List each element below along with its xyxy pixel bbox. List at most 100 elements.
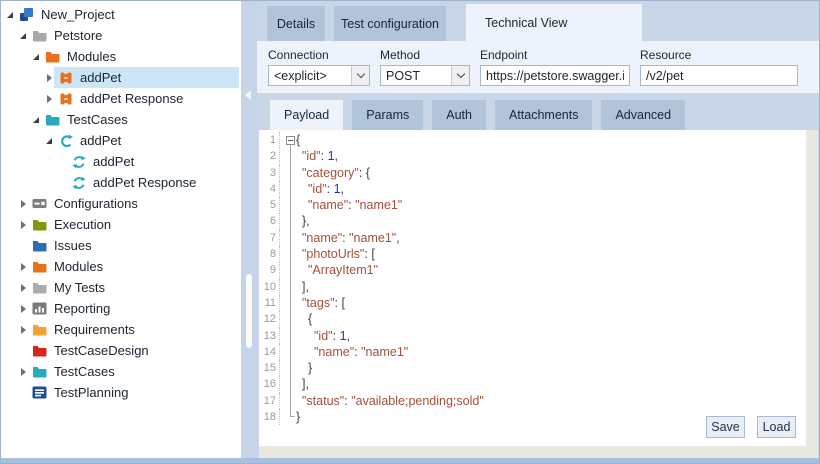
tree-item-my-tests[interactable]: My Tests (1, 277, 241, 298)
code-line[interactable]: 4"id": 1, (259, 181, 806, 197)
tree-item-body[interactable]: TestPlanning (28, 382, 239, 403)
expand-arrow-icon[interactable] (21, 221, 26, 229)
tree-item-petstore[interactable]: Petstore (1, 25, 241, 46)
tree-item-body[interactable]: Modules (41, 46, 239, 67)
main-tabbar: Details Test configuration Technical View (257, 1, 819, 41)
chevron-down-icon[interactable] (351, 66, 369, 85)
tree-item-body[interactable]: Configurations (28, 193, 239, 214)
tree-item-requirements[interactable]: Requirements (1, 319, 241, 340)
resource-input[interactable] (640, 65, 798, 86)
payload-editor[interactable]: 1{2"id": 1,3"category": {4"id": 1,5"name… (259, 130, 806, 446)
tab-attachments[interactable]: Attachments (495, 100, 592, 130)
load-button[interactable]: Load (757, 416, 796, 438)
tree-scrollbar-thumb[interactable] (246, 274, 252, 348)
tree-item-body[interactable]: addPet Response (54, 88, 239, 109)
code-line[interactable]: 15} (259, 360, 806, 376)
tree-item-body[interactable]: New_Project (15, 4, 239, 25)
collapse-arrow-icon[interactable] (7, 12, 13, 18)
tree-splitter[interactable] (241, 1, 257, 460)
tree-item-reporting[interactable]: Reporting (1, 298, 241, 319)
tab-technical-view[interactable]: Technical View (466, 4, 642, 41)
endpoint-text-input[interactable] (481, 66, 629, 85)
code-line[interactable]: 17"status": "available;pending;sold" (259, 393, 806, 409)
tree-item-body[interactable]: addPet (54, 130, 239, 151)
expand-arrow-icon[interactable] (47, 95, 52, 103)
collapse-arrow-icon[interactable] (20, 33, 26, 39)
code-line[interactable]: 8"photoUrls": [ (259, 246, 806, 262)
collapse-arrow-icon[interactable] (33, 54, 39, 60)
tab-payload[interactable]: Payload (270, 100, 343, 130)
code-line[interactable]: 14"name": "name1" (259, 344, 806, 360)
tree-item-addpet[interactable]: addPet (1, 130, 241, 151)
tree-item-testcases[interactable]: TestCases (1, 361, 241, 382)
tree-item-body[interactable]: addPet (67, 151, 239, 172)
line-number: 4 (259, 181, 280, 197)
tab-test-configuration[interactable]: Test configuration (334, 6, 446, 41)
splitter-collapse-arrow-icon[interactable] (245, 90, 251, 100)
arrow-slot (18, 368, 28, 376)
expand-arrow-icon[interactable] (21, 305, 26, 313)
tree-item-issues[interactable]: Issues (1, 235, 241, 256)
code-line[interactable]: 3"category": { (259, 165, 806, 181)
tree-item-execution[interactable]: Execution (1, 214, 241, 235)
tree-item-configurations[interactable]: Configurations (1, 193, 241, 214)
tree-item-body[interactable]: Modules (28, 256, 239, 277)
tree-item-testcasedesign[interactable]: TestCaseDesign (1, 340, 241, 361)
collapse-arrow-icon[interactable] (46, 138, 52, 144)
expand-arrow-icon[interactable] (21, 368, 26, 376)
code-line[interactable]: 12{ (259, 311, 806, 327)
code-line[interactable]: 7"name": "name1", (259, 230, 806, 246)
tree-item-addpet[interactable]: addPet (1, 151, 241, 172)
method-select[interactable]: POST (380, 65, 470, 86)
tree-item-body[interactable]: Issues (28, 235, 239, 256)
tree-item-body[interactable]: Petstore (28, 25, 239, 46)
tab-details[interactable]: Details (267, 6, 325, 41)
project-tree-panel: New_ProjectPetstoreModulesaddPetaddPet R… (1, 1, 241, 460)
code-line[interactable]: 1{ (259, 132, 806, 148)
collapse-arrow-icon[interactable] (33, 117, 39, 123)
tree-item-modules[interactable]: Modules (1, 256, 241, 277)
arrow-slot (5, 12, 15, 18)
expand-arrow-icon[interactable] (21, 263, 26, 271)
tree-item-body[interactable]: My Tests (28, 277, 239, 298)
tree-item-body[interactable]: addPet Response (67, 172, 239, 193)
code-line[interactable]: 13"id": 1, (259, 328, 806, 344)
code-line[interactable]: 10], (259, 279, 806, 295)
tree-item-body[interactable]: Requirements (28, 319, 239, 340)
expand-arrow-icon[interactable] (21, 200, 26, 208)
code-line[interactable]: 11"tags": [ (259, 295, 806, 311)
connection-select[interactable]: <explicit> (268, 65, 370, 86)
tree-item-body[interactable]: TestCases (41, 109, 239, 130)
tab-auth[interactable]: Auth (432, 100, 486, 130)
tree-item-body[interactable]: Reporting (28, 298, 239, 319)
tree-item-addpet-response[interactable]: addPet Response (1, 172, 241, 193)
chevron-down-icon[interactable] (451, 66, 469, 85)
tree-item-body[interactable]: Execution (28, 214, 239, 235)
code-line[interactable]: 16], (259, 376, 806, 392)
tree-item-testplanning[interactable]: TestPlanning (1, 382, 241, 403)
resource-text-input[interactable] (641, 66, 797, 85)
tree-item-testcases[interactable]: TestCases (1, 109, 241, 130)
save-button[interactable]: Save (706, 416, 745, 438)
line-number: 18 (259, 409, 280, 425)
tab-advanced[interactable]: Advanced (601, 100, 685, 130)
expand-arrow-icon[interactable] (21, 326, 26, 334)
code-line[interactable]: 9"ArrayItem1" (259, 262, 806, 278)
tree-item-body[interactable]: TestCases (28, 361, 239, 382)
tree-item-addpet[interactable]: addPet (1, 67, 241, 88)
tree-item-addpet-response[interactable]: addPet Response (1, 88, 241, 109)
line-number: 3 (259, 165, 280, 181)
tree-item-new-project[interactable]: New_Project (1, 4, 241, 25)
code-line[interactable]: 2"id": 1, (259, 148, 806, 164)
code-line[interactable]: 5"name": "name1" (259, 197, 806, 213)
tab-params[interactable]: Params (352, 100, 423, 130)
tree-item-body[interactable]: addPet (54, 67, 239, 88)
tree-item-body[interactable]: TestCaseDesign (28, 340, 239, 361)
tree-item-modules[interactable]: Modules (1, 46, 241, 67)
expand-arrow-icon[interactable] (47, 74, 52, 82)
expand-arrow-icon[interactable] (21, 284, 26, 292)
folder-icon (31, 280, 48, 295)
vertical-scrollbar[interactable] (806, 130, 818, 460)
code-line[interactable]: 6}, (259, 213, 806, 229)
endpoint-input[interactable] (480, 65, 630, 86)
